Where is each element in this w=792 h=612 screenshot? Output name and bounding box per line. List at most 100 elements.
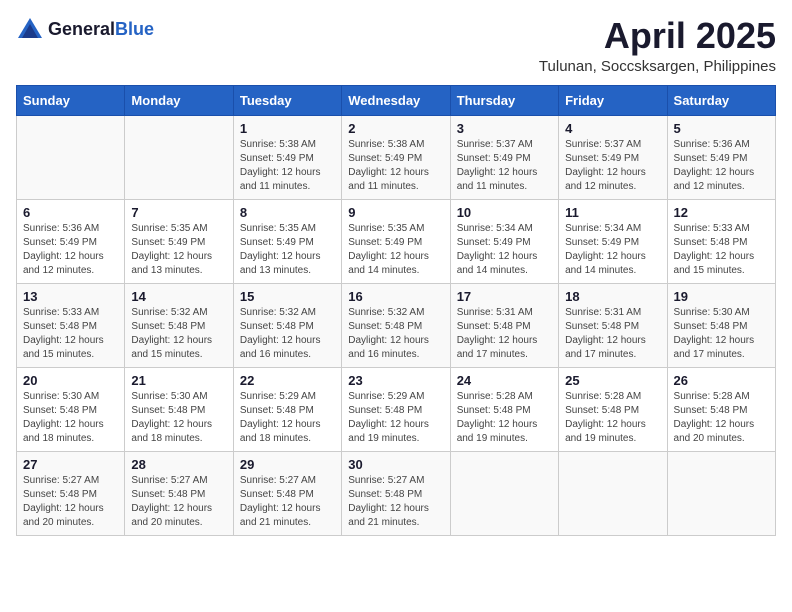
calendar-week-row: 1 Sunrise: 5:38 AMSunset: 5:49 PMDayligh… <box>17 115 776 199</box>
day-number: 10 <box>457 205 552 220</box>
day-number: 14 <box>131 289 226 304</box>
calendar-cell: 22 Sunrise: 5:29 AMSunset: 5:48 PMDaylig… <box>233 367 341 451</box>
calendar-cell: 23 Sunrise: 5:29 AMSunset: 5:48 PMDaylig… <box>342 367 450 451</box>
day-info: Sunrise: 5:37 AMSunset: 5:49 PMDaylight:… <box>565 139 646 192</box>
day-info: Sunrise: 5:30 AMSunset: 5:48 PMDaylight:… <box>23 391 104 444</box>
logo-icon <box>16 16 44 44</box>
day-number: 2 <box>348 121 443 136</box>
day-number: 19 <box>674 289 769 304</box>
day-info: Sunrise: 5:32 AMSunset: 5:48 PMDaylight:… <box>348 307 429 360</box>
calendar-cell: 7 Sunrise: 5:35 AMSunset: 5:49 PMDayligh… <box>125 199 233 283</box>
day-info: Sunrise: 5:27 AMSunset: 5:48 PMDaylight:… <box>348 475 429 528</box>
calendar-header-row: SundayMondayTuesdayWednesdayThursdayFrid… <box>17 85 776 115</box>
weekday-header-tuesday: Tuesday <box>233 85 341 115</box>
logo-general: GeneralBlue <box>48 20 154 40</box>
day-number: 20 <box>23 373 118 388</box>
calendar-cell: 16 Sunrise: 5:32 AMSunset: 5:48 PMDaylig… <box>342 283 450 367</box>
day-info: Sunrise: 5:27 AMSunset: 5:48 PMDaylight:… <box>240 475 321 528</box>
day-number: 30 <box>348 457 443 472</box>
day-number: 22 <box>240 373 335 388</box>
day-info: Sunrise: 5:35 AMSunset: 5:49 PMDaylight:… <box>240 223 321 276</box>
calendar-cell: 14 Sunrise: 5:32 AMSunset: 5:48 PMDaylig… <box>125 283 233 367</box>
calendar-cell: 21 Sunrise: 5:30 AMSunset: 5:48 PMDaylig… <box>125 367 233 451</box>
calendar-cell: 18 Sunrise: 5:31 AMSunset: 5:48 PMDaylig… <box>559 283 667 367</box>
calendar-cell <box>125 115 233 199</box>
calendar-cell: 1 Sunrise: 5:38 AMSunset: 5:49 PMDayligh… <box>233 115 341 199</box>
day-info: Sunrise: 5:29 AMSunset: 5:48 PMDaylight:… <box>240 391 321 444</box>
header: GeneralBlue April 2025 Tulunan, Soccsksa… <box>16 16 776 75</box>
day-info: Sunrise: 5:29 AMSunset: 5:48 PMDaylight:… <box>348 391 429 444</box>
calendar-cell: 6 Sunrise: 5:36 AMSunset: 5:49 PMDayligh… <box>17 199 125 283</box>
day-info: Sunrise: 5:35 AMSunset: 5:49 PMDaylight:… <box>348 223 429 276</box>
day-info: Sunrise: 5:27 AMSunset: 5:48 PMDaylight:… <box>23 475 104 528</box>
day-number: 1 <box>240 121 335 136</box>
day-number: 29 <box>240 457 335 472</box>
calendar-cell: 15 Sunrise: 5:32 AMSunset: 5:48 PMDaylig… <box>233 283 341 367</box>
calendar-cell: 27 Sunrise: 5:27 AMSunset: 5:48 PMDaylig… <box>17 451 125 535</box>
calendar-cell <box>17 115 125 199</box>
day-number: 3 <box>457 121 552 136</box>
day-number: 25 <box>565 373 660 388</box>
calendar-cell <box>667 451 775 535</box>
calendar-cell: 8 Sunrise: 5:35 AMSunset: 5:49 PMDayligh… <box>233 199 341 283</box>
day-info: Sunrise: 5:36 AMSunset: 5:49 PMDaylight:… <box>674 139 755 192</box>
weekday-header-sunday: Sunday <box>17 85 125 115</box>
weekday-header-thursday: Thursday <box>450 85 558 115</box>
day-number: 26 <box>674 373 769 388</box>
calendar-cell: 28 Sunrise: 5:27 AMSunset: 5:48 PMDaylig… <box>125 451 233 535</box>
calendar-cell: 12 Sunrise: 5:33 AMSunset: 5:48 PMDaylig… <box>667 199 775 283</box>
day-info: Sunrise: 5:33 AMSunset: 5:48 PMDaylight:… <box>23 307 104 360</box>
day-number: 15 <box>240 289 335 304</box>
calendar-cell: 30 Sunrise: 5:27 AMSunset: 5:48 PMDaylig… <box>342 451 450 535</box>
day-number: 16 <box>348 289 443 304</box>
day-number: 4 <box>565 121 660 136</box>
day-info: Sunrise: 5:37 AMSunset: 5:49 PMDaylight:… <box>457 139 538 192</box>
weekday-header-saturday: Saturday <box>667 85 775 115</box>
weekday-header-friday: Friday <box>559 85 667 115</box>
calendar-cell: 11 Sunrise: 5:34 AMSunset: 5:49 PMDaylig… <box>559 199 667 283</box>
day-number: 7 <box>131 205 226 220</box>
day-info: Sunrise: 5:31 AMSunset: 5:48 PMDaylight:… <box>565 307 646 360</box>
calendar-cell: 19 Sunrise: 5:30 AMSunset: 5:48 PMDaylig… <box>667 283 775 367</box>
day-number: 5 <box>674 121 769 136</box>
day-info: Sunrise: 5:38 AMSunset: 5:49 PMDaylight:… <box>348 139 429 192</box>
calendar-cell: 13 Sunrise: 5:33 AMSunset: 5:48 PMDaylig… <box>17 283 125 367</box>
title-area: April 2025 Tulunan, Soccsksargen, Philip… <box>539 16 776 75</box>
day-info: Sunrise: 5:32 AMSunset: 5:48 PMDaylight:… <box>131 307 212 360</box>
day-number: 6 <box>23 205 118 220</box>
day-number: 21 <box>131 373 226 388</box>
calendar-cell: 25 Sunrise: 5:28 AMSunset: 5:48 PMDaylig… <box>559 367 667 451</box>
calendar-cell: 2 Sunrise: 5:38 AMSunset: 5:49 PMDayligh… <box>342 115 450 199</box>
day-info: Sunrise: 5:27 AMSunset: 5:48 PMDaylight:… <box>131 475 212 528</box>
calendar-cell: 10 Sunrise: 5:34 AMSunset: 5:49 PMDaylig… <box>450 199 558 283</box>
day-info: Sunrise: 5:32 AMSunset: 5:48 PMDaylight:… <box>240 307 321 360</box>
day-info: Sunrise: 5:35 AMSunset: 5:49 PMDaylight:… <box>131 223 212 276</box>
calendar-cell <box>559 451 667 535</box>
day-number: 11 <box>565 205 660 220</box>
calendar-cell: 26 Sunrise: 5:28 AMSunset: 5:48 PMDaylig… <box>667 367 775 451</box>
day-number: 13 <box>23 289 118 304</box>
day-info: Sunrise: 5:28 AMSunset: 5:48 PMDaylight:… <box>674 391 755 444</box>
calendar-cell: 24 Sunrise: 5:28 AMSunset: 5:48 PMDaylig… <box>450 367 558 451</box>
day-info: Sunrise: 5:31 AMSunset: 5:48 PMDaylight:… <box>457 307 538 360</box>
calendar-week-row: 20 Sunrise: 5:30 AMSunset: 5:48 PMDaylig… <box>17 367 776 451</box>
weekday-header-wednesday: Wednesday <box>342 85 450 115</box>
day-info: Sunrise: 5:38 AMSunset: 5:49 PMDaylight:… <box>240 139 321 192</box>
calendar-title: April 2025 <box>539 16 776 56</box>
calendar-week-row: 27 Sunrise: 5:27 AMSunset: 5:48 PMDaylig… <box>17 451 776 535</box>
calendar-week-row: 6 Sunrise: 5:36 AMSunset: 5:49 PMDayligh… <box>17 199 776 283</box>
day-info: Sunrise: 5:28 AMSunset: 5:48 PMDaylight:… <box>565 391 646 444</box>
day-number: 23 <box>348 373 443 388</box>
day-number: 12 <box>674 205 769 220</box>
logo: GeneralBlue <box>16 16 154 44</box>
day-info: Sunrise: 5:28 AMSunset: 5:48 PMDaylight:… <box>457 391 538 444</box>
calendar-cell: 4 Sunrise: 5:37 AMSunset: 5:49 PMDayligh… <box>559 115 667 199</box>
day-info: Sunrise: 5:30 AMSunset: 5:48 PMDaylight:… <box>674 307 755 360</box>
day-number: 9 <box>348 205 443 220</box>
calendar-cell: 9 Sunrise: 5:35 AMSunset: 5:49 PMDayligh… <box>342 199 450 283</box>
day-number: 18 <box>565 289 660 304</box>
day-number: 27 <box>23 457 118 472</box>
calendar-cell: 3 Sunrise: 5:37 AMSunset: 5:49 PMDayligh… <box>450 115 558 199</box>
calendar-cell: 20 Sunrise: 5:30 AMSunset: 5:48 PMDaylig… <box>17 367 125 451</box>
day-number: 17 <box>457 289 552 304</box>
